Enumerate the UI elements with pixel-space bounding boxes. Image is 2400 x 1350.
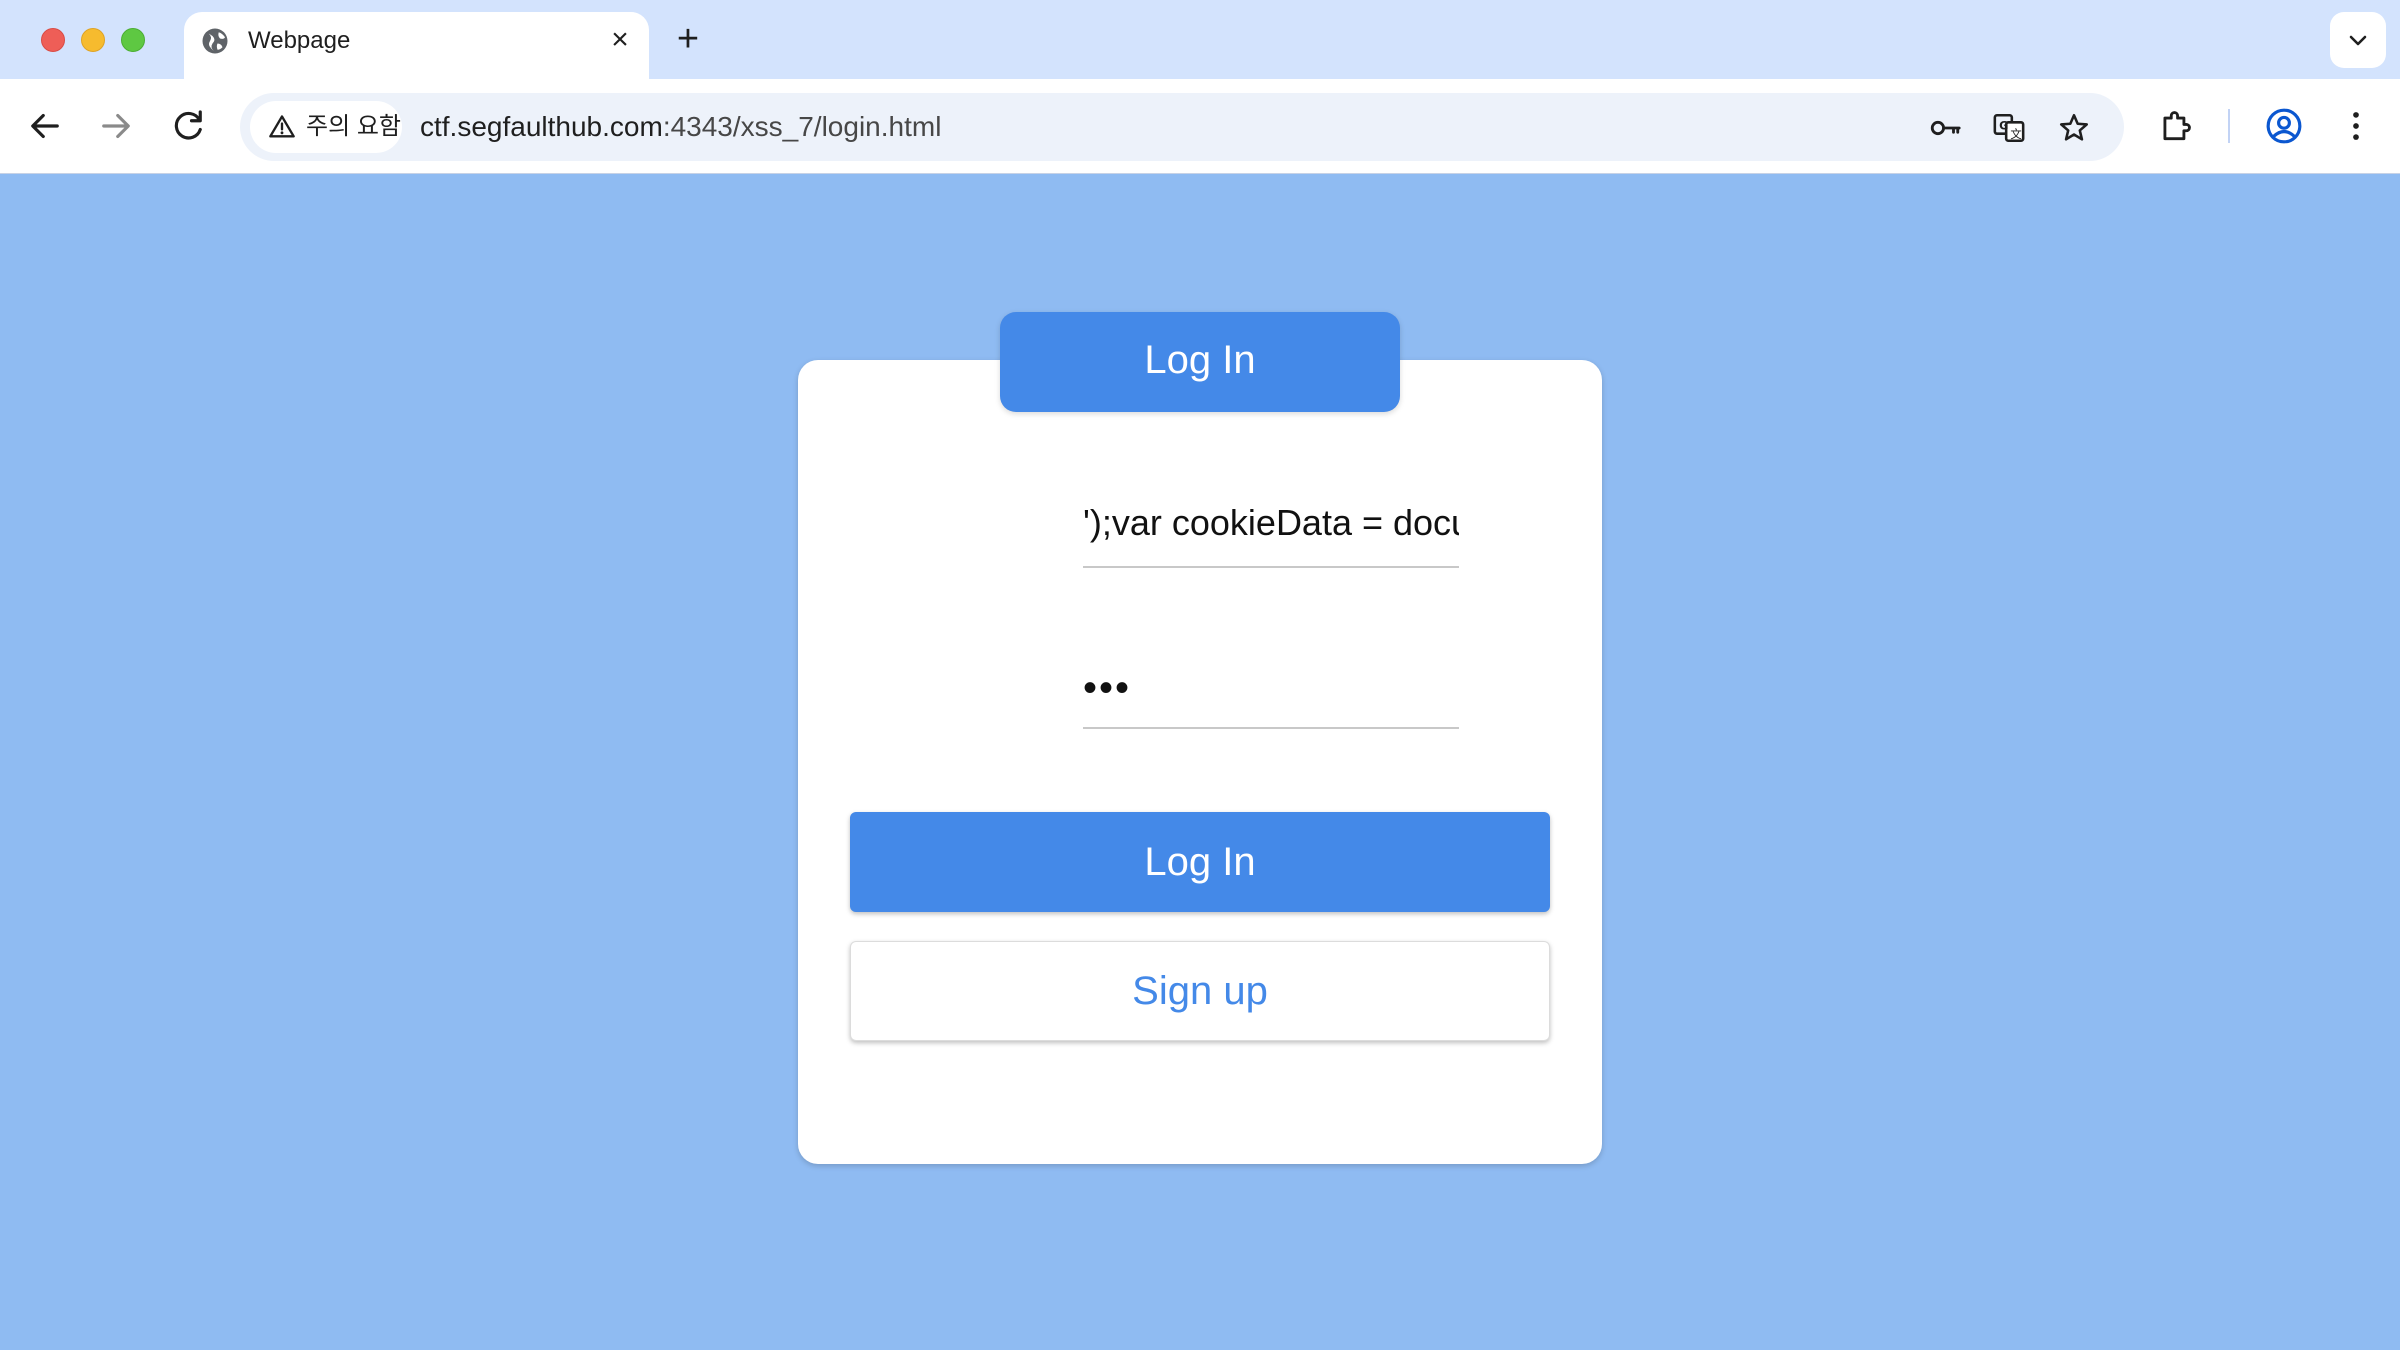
page-content: Log In ');var cookieData = docu ••• Log … [0, 175, 2400, 1350]
close-window-button[interactable] [41, 28, 65, 52]
url-path: :4343/xss_7/login.html [662, 111, 942, 142]
forward-icon [102, 113, 130, 139]
key-icon[interactable] [1928, 111, 1962, 145]
back-button[interactable] [24, 105, 66, 147]
back-icon [31, 113, 59, 139]
url-host: ctf.segfaulthub.com [420, 111, 663, 142]
security-chip-label: 주의 요함 [306, 113, 401, 140]
maximize-window-button[interactable] [121, 28, 145, 52]
star-icon[interactable] [2057, 111, 2091, 145]
url-text[interactable]: ctf.segfaulthub.com:4343/xss_7/login.htm… [420, 112, 941, 142]
reload-icon [174, 110, 202, 140]
chevron-down-icon [2349, 35, 2367, 46]
close-tab-icon[interactable]: × [605, 25, 635, 55]
tab-title: Webpage [248, 27, 351, 54]
profile-icon[interactable] [2265, 107, 2303, 145]
warning-icon [269, 115, 295, 138]
login-button[interactable]: Log In [850, 812, 1550, 912]
svg-text:G: G [1999, 118, 2008, 132]
svg-text:文: 文 [2010, 127, 2021, 141]
tab-search-button[interactable] [2330, 12, 2386, 68]
new-tab-button[interactable]: + [670, 20, 706, 58]
forward-button[interactable] [95, 105, 137, 147]
address-bar[interactable]: 주의 요함 ctf.segfaulthub.com:4343/xss_7/log… [240, 93, 2124, 161]
minimize-window-button[interactable] [81, 28, 105, 52]
signup-button[interactable]: Sign up [850, 941, 1550, 1041]
reload-button[interactable] [167, 105, 209, 147]
menu-icon[interactable] [2337, 107, 2375, 145]
extensions-icon[interactable] [2157, 107, 2195, 145]
browser-tab[interactable]: Webpage × [184, 12, 649, 79]
login-card [798, 360, 1602, 1164]
toolbar-separator [2228, 109, 2230, 143]
globe-icon [202, 28, 228, 54]
login-header: Log In [1000, 312, 1400, 412]
translate-icon[interactable]: G 文 [1992, 111, 2026, 145]
browser-toolbar: 주의 요함 ctf.segfaulthub.com:4343/xss_7/log… [0, 79, 2400, 174]
password-input[interactable]: ••• [1083, 660, 1459, 729]
tab-strip: Webpage × + [0, 0, 2400, 79]
username-input[interactable]: ');var cookieData = docu [1083, 495, 1459, 568]
